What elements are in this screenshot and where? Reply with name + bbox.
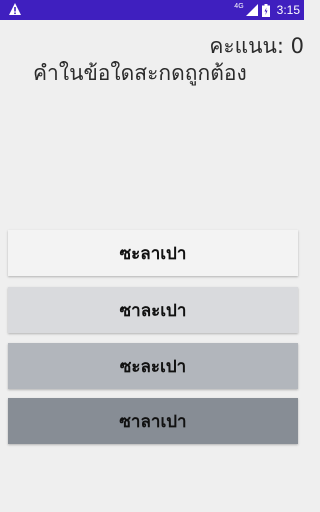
answer-choice-2[interactable]: ซาละเปา: [8, 287, 298, 333]
question-text: คำในข้อใดสะกดถูกต้อง: [33, 61, 247, 85]
network-type: 4G: [234, 2, 244, 10]
status-indicators: 4G 3:15: [234, 0, 300, 20]
status-bar: 4G 3:15: [0, 0, 304, 20]
answer-choice-1[interactable]: ซะลาเปา: [8, 230, 298, 276]
status-time: 3:15: [276, 3, 300, 17]
answer-choice-3[interactable]: ซะละเปา: [8, 343, 298, 389]
answer-choice-4[interactable]: ซาลาเปา: [8, 398, 298, 444]
warning-icon: [9, 3, 21, 15]
battery-icon: [261, 3, 270, 17]
cell-signal-icon: [245, 4, 258, 16]
